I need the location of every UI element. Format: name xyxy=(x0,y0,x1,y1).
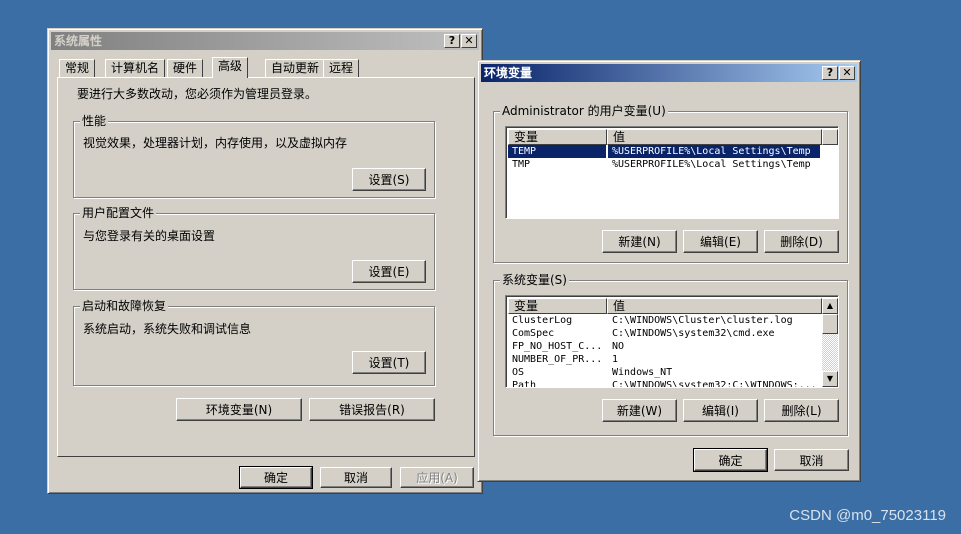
user-var-name: TEMP xyxy=(508,145,606,158)
sys-var-name: FP_NO_HOST_C... xyxy=(512,341,603,352)
user-profiles-label: 用户配置文件 xyxy=(80,206,157,220)
sys-var-value: C:\WINDOWS\Cluster\cluster.log xyxy=(612,315,793,326)
system-delete-button[interactable]: 删除(L) xyxy=(764,399,839,422)
sys-var-value: C:\WINDOWS\system32\cmd.exe xyxy=(612,328,775,339)
scroll-down-arrow-icon[interactable]: ▼ xyxy=(822,371,838,387)
sys-var-name: OS xyxy=(512,367,525,378)
scroll-thumb[interactable] xyxy=(822,314,838,334)
cancel-button[interactable]: 取消 xyxy=(320,467,392,488)
admin-notice: 要进行大多数改动，您必须作为管理员登录。 xyxy=(77,87,318,101)
user-col-filler xyxy=(822,129,838,145)
startup-recovery-desc: 系统启动，系统失败和调试信息 xyxy=(83,322,252,336)
environment-variables-title: 环境变量 xyxy=(484,66,533,80)
performance-label: 性能 xyxy=(80,114,109,128)
sys-var-row[interactable]: OS Windows_NT xyxy=(508,366,820,379)
user-variables-group: Administrator 的用户变量(U) 变量 值 TEMP %USERPR… xyxy=(493,104,848,263)
tab-strip: 常规 计算机名 硬件 高级 自动更新 远程 xyxy=(57,57,477,78)
sys-var-row[interactable]: ComSpec C:\WINDOWS\system32\cmd.exe xyxy=(508,327,820,340)
sys-var-value: Windows_NT xyxy=(612,367,673,378)
tab-page-advanced: 要进行大多数改动，您必须作为管理员登录。 性能 视觉效果，处理器计划，内存使用，… xyxy=(57,77,475,457)
sys-var-value: 1 xyxy=(612,354,619,365)
user-new-button[interactable]: 新建(N) xyxy=(602,230,677,253)
system-list-scrollbar[interactable]: ▲ ▼ xyxy=(822,298,838,387)
user-profiles-group: 用户配置文件 与您登录有关的桌面设置 设置(E) xyxy=(73,206,435,290)
tab-general[interactable]: 常规 xyxy=(59,59,96,77)
system-properties-title: 系统属性 xyxy=(54,34,103,48)
tab-automatic-updates[interactable]: 自动更新 xyxy=(265,59,326,77)
tab-advanced[interactable]: 高级 xyxy=(212,57,249,78)
apply-button[interactable]: 应用(A) xyxy=(400,467,474,488)
user-profiles-desc: 与您登录有关的桌面设置 xyxy=(83,229,216,243)
sys-var-name: NUMBER_OF_PR... xyxy=(512,354,603,365)
user-profiles-settings-button[interactable]: 设置(E) xyxy=(352,260,426,283)
sys-var-value: NO xyxy=(612,341,625,352)
startup-recovery-label: 启动和故障恢复 xyxy=(80,299,169,313)
user-var-row[interactable]: TEMP %USERPROFILE%\Local Settings\Temp xyxy=(508,145,838,158)
user-col-value-header[interactable]: 值 xyxy=(607,129,822,145)
user-col-variable-header[interactable]: 变量 xyxy=(508,129,607,145)
error-reporting-button[interactable]: 错误报告(R) xyxy=(309,398,435,421)
scroll-up-arrow-icon[interactable]: ▲ xyxy=(822,298,838,314)
startup-recovery-settings-button[interactable]: 设置(T) xyxy=(352,351,426,374)
tab-hardware[interactable]: 硬件 xyxy=(167,59,204,77)
sys-col-value-header[interactable]: 值 xyxy=(607,298,822,314)
env-help-button[interactable]: ? xyxy=(822,66,838,80)
user-variables-label: Administrator 的用户变量(U) xyxy=(500,104,668,118)
user-var-name: TMP xyxy=(512,159,531,170)
user-edit-button[interactable]: 编辑(E) xyxy=(683,230,758,253)
environment-variables-titlebar[interactable]: 环境变量 ? ✕ xyxy=(481,64,857,82)
env-cancel-button[interactable]: 取消 xyxy=(774,449,849,471)
sys-var-row[interactable]: FP_NO_HOST_C... NO xyxy=(508,340,820,353)
performance-settings-button[interactable]: 设置(S) xyxy=(352,168,426,191)
system-variables-list[interactable]: 变量 值 ClusterLog C:\WINDOWS\Cluster\clust… xyxy=(505,295,839,388)
tab-computer-name[interactable]: 计算机名 xyxy=(105,59,166,77)
sys-var-name: ComSpec xyxy=(512,328,555,339)
user-var-value: %USERPROFILE%\Local Settings\Temp xyxy=(612,159,811,170)
env-ok-button[interactable]: 确定 xyxy=(693,448,768,472)
sys-var-row[interactable]: Path C:\WINDOWS\system32;C:\WINDOWS;... xyxy=(508,379,820,388)
system-variables-group: 系统变量(S) 变量 值 ClusterLog C:\WINDOWS\Clust… xyxy=(493,273,848,436)
env-close-button[interactable]: ✕ xyxy=(839,66,855,80)
close-button[interactable]: ✕ xyxy=(461,34,477,48)
user-delete-button[interactable]: 删除(D) xyxy=(764,230,839,253)
help-button[interactable]: ? xyxy=(444,34,460,48)
user-variables-list[interactable]: 变量 值 TEMP %USERPROFILE%\Local Settings\T… xyxy=(505,126,839,219)
system-variables-label: 系统变量(S) xyxy=(500,273,569,287)
environment-variables-window: 环境变量 ? ✕ Administrator 的用户变量(U) 变量 值 TEM… xyxy=(477,60,861,482)
sys-var-name: Path xyxy=(512,380,537,388)
sys-var-value: C:\WINDOWS\system32;C:\WINDOWS;... xyxy=(612,380,817,388)
watermark: CSDN @m0_75023119 xyxy=(789,507,946,524)
sys-var-row[interactable]: NUMBER_OF_PR... 1 xyxy=(508,353,820,366)
environment-variables-button[interactable]: 环境变量(N) xyxy=(176,398,302,421)
ok-button[interactable]: 确定 xyxy=(239,466,313,489)
startup-recovery-group: 启动和故障恢复 系统启动，系统失败和调试信息 设置(T) xyxy=(73,299,435,386)
performance-group: 性能 视觉效果，处理器计划，内存使用，以及虚拟内存 设置(S) xyxy=(73,114,435,198)
tab-remote[interactable]: 远程 xyxy=(323,59,360,77)
system-properties-window: 系统属性 ? ✕ 常规 计算机名 硬件 高级 自动更新 远程 要进行大多数改动，… xyxy=(47,28,483,494)
user-var-row[interactable]: TMP %USERPROFILE%\Local Settings\Temp xyxy=(508,158,838,171)
sys-var-row[interactable]: ClusterLog C:\WINDOWS\Cluster\cluster.lo… xyxy=(508,314,820,327)
system-new-button[interactable]: 新建(W) xyxy=(602,399,677,422)
system-edit-button[interactable]: 编辑(I) xyxy=(683,399,758,422)
user-var-value: %USERPROFILE%\Local Settings\Temp xyxy=(608,145,820,158)
sys-col-variable-header[interactable]: 变量 xyxy=(508,298,607,314)
system-properties-titlebar[interactable]: 系统属性 ? ✕ xyxy=(51,32,479,50)
performance-desc: 视觉效果，处理器计划，内存使用，以及虚拟内存 xyxy=(83,136,348,150)
sys-var-name: ClusterLog xyxy=(512,315,573,326)
